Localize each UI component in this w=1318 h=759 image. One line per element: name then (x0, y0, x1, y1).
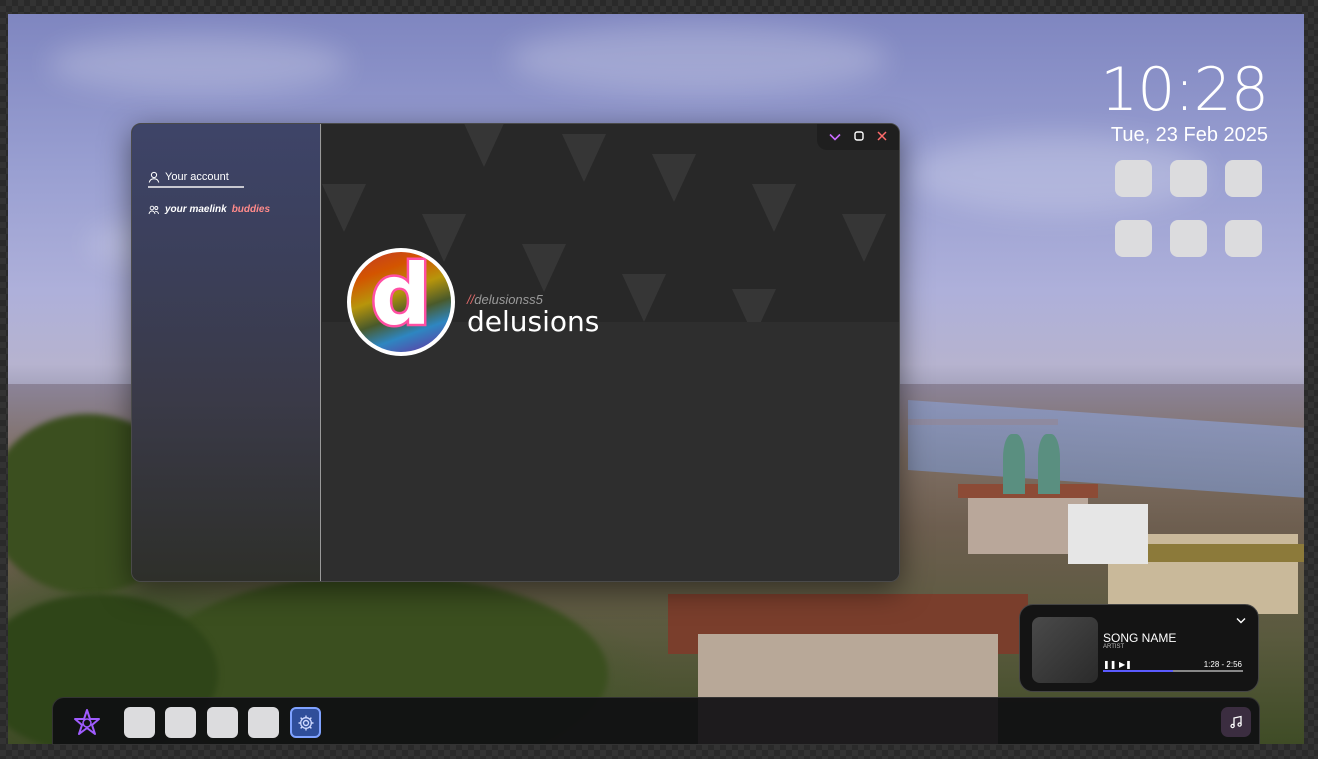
taskbar-app[interactable] (165, 707, 196, 738)
music-player: SONG NAME ARTIST ❚❚ ▶❚ 1:28 - 2:56 (1019, 604, 1259, 692)
buddies-prefix: your maelink (165, 204, 227, 215)
widget-grid (1115, 160, 1262, 257)
song-name: SONG NAME (1103, 631, 1177, 645)
buddies-highlight: buddies (231, 204, 271, 215)
banner-shape (842, 214, 886, 262)
widget-tile[interactable] (1170, 220, 1207, 257)
settings-button[interactable] (290, 707, 321, 738)
widget-tile[interactable] (1225, 160, 1262, 197)
music-toggle-button[interactable] (1221, 707, 1251, 737)
track-times: 1:28 - 2:56 (1204, 660, 1242, 669)
building (1068, 504, 1148, 564)
buddies-link[interactable]: your maelink buddies (148, 204, 270, 215)
church-tower (1038, 434, 1060, 494)
user-icon (148, 171, 160, 183)
profile-avatar[interactable]: d (347, 248, 455, 356)
progress-fill (1103, 670, 1173, 672)
window-controls (817, 124, 899, 150)
bridge (908, 419, 1058, 425)
start-button[interactable] (73, 708, 101, 736)
music-note-icon (1230, 715, 1242, 729)
profile-window: Your account your maelink buddies d //de… (131, 123, 900, 582)
clock-time: 10:28 (1100, 55, 1269, 125)
profile-display-name: delusions (467, 305, 600, 338)
your-account-label: Your account (165, 171, 229, 183)
profile-name-block: //delusionss5 delusions (467, 292, 599, 337)
church-tower (1003, 434, 1025, 494)
close-icon (877, 131, 887, 141)
playback-controls: ❚❚ ▶❚ (1103, 660, 1132, 669)
widget-tile[interactable] (1115, 220, 1152, 257)
album-art (1032, 617, 1098, 683)
banner-shape (522, 244, 566, 292)
square-icon (854, 131, 864, 141)
avatar-letter: d (368, 248, 433, 347)
chevron-down-icon (1236, 618, 1246, 624)
taskbar-app[interactable] (207, 707, 238, 738)
maximize-button[interactable] (854, 131, 864, 143)
taskbar-app[interactable] (124, 707, 155, 738)
taskbar-app[interactable] (248, 707, 279, 738)
star-logo-icon (74, 709, 100, 735)
banner-shape (322, 184, 366, 232)
users-icon (148, 205, 160, 214)
artist-name: ARTIST (1103, 644, 1125, 650)
widget-tile[interactable] (1115, 160, 1152, 197)
roof (958, 484, 1098, 498)
banner-shape (652, 154, 696, 202)
widget-tile[interactable] (1170, 160, 1207, 197)
your-account-link[interactable]: Your account (148, 168, 244, 188)
chevron-down-icon (829, 133, 841, 141)
next-track-icon[interactable]: ▶❚ (1119, 660, 1132, 669)
time-separator: - (1221, 660, 1225, 669)
minimize-button[interactable] (829, 131, 841, 143)
banner-shape (462, 124, 506, 167)
elapsed-time: 1:28 (1203, 660, 1220, 669)
pause-icon[interactable]: ❚❚ (1103, 660, 1116, 669)
widget-tile[interactable] (1225, 220, 1262, 257)
taskbar (52, 697, 1260, 745)
banner-shape (562, 134, 606, 182)
banner-shape (752, 184, 796, 232)
banner-shape (732, 289, 776, 322)
banner-shape (622, 274, 666, 322)
gear-icon (298, 715, 313, 731)
cloud (508, 24, 888, 94)
window-sidebar: Your account your maelink buddies (132, 124, 321, 581)
total-duration: 2:56 (1226, 660, 1242, 669)
clock-widget: 10:28 Tue, 23 Feb 2025 (1100, 55, 1269, 147)
clock-date: Tue, 23 Feb 2025 (1110, 124, 1268, 146)
collapse-player-button[interactable] (1236, 613, 1246, 627)
cloud (48, 34, 348, 94)
close-button[interactable] (877, 131, 887, 143)
progress-track[interactable] (1103, 670, 1243, 672)
profile-content: d //delusionss5 delusions (322, 124, 899, 581)
